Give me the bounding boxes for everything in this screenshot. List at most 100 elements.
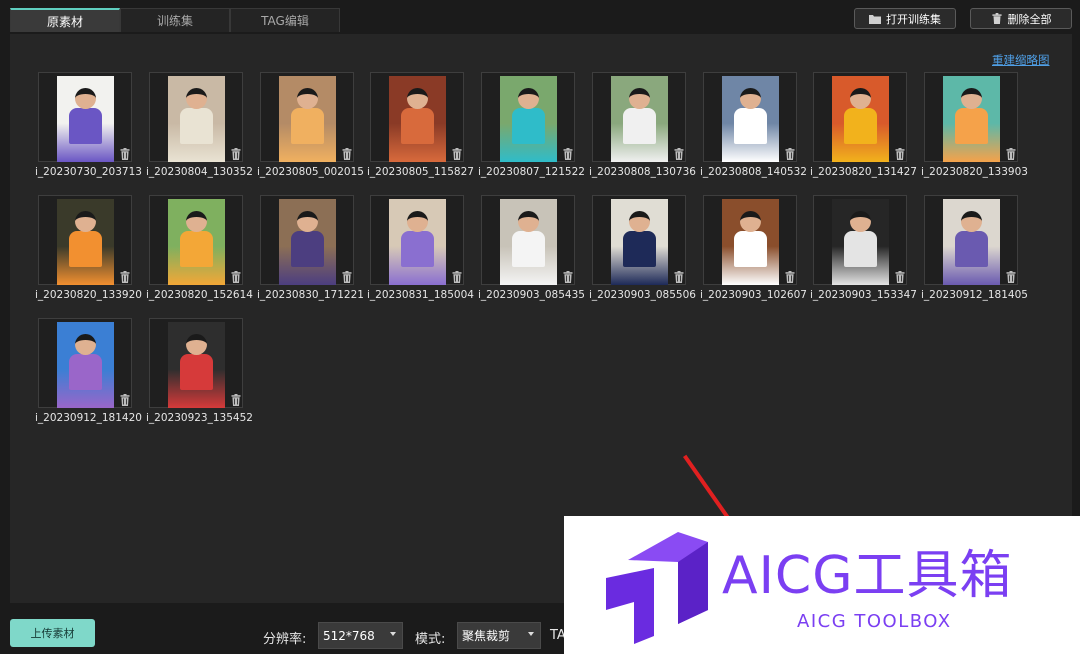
trash-icon[interactable] — [231, 148, 241, 160]
thumbnail-image[interactable] — [611, 199, 668, 285]
delete-all-button[interactable]: 删除全部 — [970, 8, 1072, 29]
thumbnail-image[interactable] — [500, 199, 557, 285]
chevron-down-icon — [528, 632, 534, 636]
thumbnail-image[interactable] — [722, 76, 779, 162]
tab-raw-materials[interactable]: 原素材 — [10, 8, 120, 32]
trash-icon[interactable] — [342, 148, 352, 160]
thumbnail-filename: i_20230820_133920 — [35, 289, 142, 301]
thumbnail-card[interactable]: i_20230730_203713 — [35, 72, 142, 178]
thumbnail-image[interactable] — [943, 199, 1000, 285]
trash-icon[interactable] — [120, 271, 130, 283]
trash-icon[interactable] — [1006, 271, 1016, 283]
thumbnail-image[interactable] — [279, 76, 336, 162]
thumbnail-image[interactable] — [389, 199, 446, 285]
thumbnail-filename: i_20230830_171221 — [257, 289, 364, 301]
photo-subject-head — [740, 211, 761, 232]
thumbnail-frame — [481, 72, 575, 162]
thumbnail-card[interactable]: i_20230831_185004 — [367, 195, 474, 301]
thumbnail-filename: i_20230805_002015 — [257, 166, 364, 178]
photo-subject-head — [75, 88, 96, 109]
thumbnail-card[interactable]: i_20230830_171221 — [257, 195, 364, 301]
thumbnail-card[interactable]: i_20230903_085506 — [589, 195, 696, 301]
trash-icon[interactable] — [785, 271, 795, 283]
thumbnail-image[interactable] — [500, 76, 557, 162]
thumbnail-card[interactable]: i_20230912_181420 — [35, 318, 142, 424]
thumbnail-card[interactable]: i_20230903_085435 — [478, 195, 585, 301]
thumbnail-card[interactable]: i_20230820_133903 — [921, 72, 1028, 178]
thumbnail-filename: i_20230903_153347 — [810, 289, 917, 301]
rebuild-thumbnails-link[interactable]: 重建缩略图 — [992, 52, 1050, 68]
thumbnail-image[interactable] — [168, 322, 225, 408]
photo-subject-body — [180, 108, 213, 144]
thumbnail-card[interactable]: i_20230808_140532 — [700, 72, 807, 178]
trash-icon[interactable] — [120, 394, 130, 406]
photo-subject-body — [512, 231, 545, 267]
photo-subject-head — [850, 88, 871, 109]
thumbnail-filename: i_20230807_121522 — [478, 166, 585, 178]
thumbnail-card[interactable]: i_20230804_130352 — [146, 72, 253, 178]
thumbnail-filename: i_20230805_115827 — [367, 166, 474, 178]
thumbnail-frame — [924, 195, 1018, 285]
thumbnail-image[interactable] — [168, 199, 225, 285]
trash-icon[interactable] — [452, 148, 462, 160]
thumbnail-card[interactable]: i_20230912_181405 — [921, 195, 1028, 301]
chevron-down-icon — [390, 632, 396, 636]
trash-icon[interactable] — [674, 148, 684, 160]
photo-subject-body — [401, 231, 434, 267]
trash-icon[interactable] — [895, 148, 905, 160]
thumbnail-card[interactable]: i_20230805_002015 — [257, 72, 364, 178]
trash-icon[interactable] — [563, 271, 573, 283]
thumbnail-image[interactable] — [57, 76, 114, 162]
thumbnail-frame — [149, 195, 243, 285]
aicg-logo-icon — [606, 532, 708, 644]
thumbnail-card[interactable]: i_20230820_131427 — [810, 72, 917, 178]
open-training-set-button[interactable]: 打开训练集 — [854, 8, 956, 29]
thumbnail-filename: i_20230831_185004 — [367, 289, 474, 301]
thumbnail-image[interactable] — [832, 199, 889, 285]
thumbnail-card[interactable]: i_20230808_130736 — [589, 72, 696, 178]
thumbnail-card[interactable]: i_20230805_115827 — [367, 72, 474, 178]
thumbnail-image[interactable] — [722, 199, 779, 285]
photo-subject-body — [512, 108, 545, 144]
thumbnail-filename: i_20230912_181405 — [921, 289, 1028, 301]
thumbnail-filename: i_20230808_140532 — [700, 166, 807, 178]
trash-icon[interactable] — [895, 271, 905, 283]
trash-icon[interactable] — [120, 148, 130, 160]
trash-icon[interactable] — [785, 148, 795, 160]
thumbnail-image[interactable] — [611, 76, 668, 162]
thumbnail-image[interactable] — [832, 76, 889, 162]
thumbnail-card[interactable]: i_20230923_135452 — [146, 318, 253, 424]
photo-subject-body — [844, 108, 877, 144]
trash-icon[interactable] — [1006, 148, 1016, 160]
resolution-label: 分辨率: — [263, 632, 307, 647]
thumbnail-frame — [149, 318, 243, 408]
photo-subject-head — [518, 88, 539, 109]
thumbnail-image[interactable] — [57, 322, 114, 408]
trash-icon[interactable] — [674, 271, 684, 283]
thumbnail-image[interactable] — [168, 76, 225, 162]
thumbnail-image[interactable] — [389, 76, 446, 162]
thumbnail-card[interactable]: i_20230820_152614 — [146, 195, 253, 301]
thumbnail-card[interactable]: i_20230903_153347 — [810, 195, 917, 301]
mode-select[interactable]: 聚焦裁剪 — [457, 622, 541, 649]
trash-icon[interactable] — [231, 271, 241, 283]
photo-subject-body — [734, 231, 767, 267]
thumbnail-filename: i_20230903_085435 — [478, 289, 585, 301]
thumbnail-image[interactable] — [279, 199, 336, 285]
thumbnail-frame — [703, 195, 797, 285]
trash-icon[interactable] — [231, 394, 241, 406]
thumbnail-image[interactable] — [57, 199, 114, 285]
thumbnail-card[interactable]: i_20230903_102607 — [700, 195, 807, 301]
trash-icon[interactable] — [563, 148, 573, 160]
thumbnail-image[interactable] — [943, 76, 1000, 162]
trash-icon[interactable] — [342, 271, 352, 283]
thumbnail-card[interactable]: i_20230820_133920 — [35, 195, 142, 301]
photo-subject-head — [629, 211, 650, 232]
thumbnail-frame — [703, 72, 797, 162]
thumbnail-card[interactable]: i_20230807_121522 — [478, 72, 585, 178]
trash-icon[interactable] — [452, 271, 462, 283]
tab-tag-edit[interactable]: TAG编辑 — [230, 8, 340, 32]
tab-training-set[interactable]: 训练集 — [120, 8, 230, 32]
resolution-select[interactable]: 512*768 — [318, 622, 403, 649]
upload-materials-button[interactable]: 上传素材 — [10, 619, 95, 647]
